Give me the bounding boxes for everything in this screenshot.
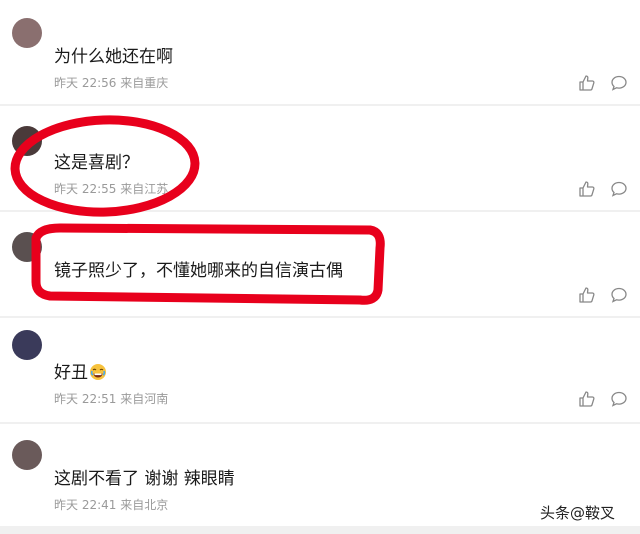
avatar[interactable] [12,440,42,470]
comment-location: 来自江苏 [120,182,169,196]
comment-text: 这是喜剧？ [54,153,139,173]
like-button[interactable] [578,286,596,304]
avatar[interactable] [12,330,42,360]
reply-button[interactable] [610,74,628,92]
comment-text: 这剧不看了 谢谢 辣眼睛 [54,469,235,489]
watermark: 头条@鞍叉 [540,504,616,522]
comment-location: 来自北京 [120,498,169,512]
reply-button[interactable] [610,180,628,198]
reply-button[interactable] [610,286,628,304]
comment-item: 好丑 昨天 22:51 来自河南 [0,318,640,422]
comment-meta: 昨天 22:55 来自江苏 [54,180,168,197]
thumbs-up-icon [579,181,595,197]
comment-bubble-icon [611,181,627,197]
comment-time: 昨天 22:51 [54,392,117,406]
comment-item: 镜子照少了，不懂她哪来的自信演古偶 [0,212,640,316]
like-button[interactable] [578,74,596,92]
comment-bubble-icon [611,391,627,407]
reply-button[interactable] [610,390,628,408]
comment-text: 镜子照少了，不懂她哪来的自信演古偶 [54,261,343,281]
comment-meta: 昨天 22:51 来自河南 [54,390,168,407]
like-button[interactable] [578,390,596,408]
comment-text-body: 好丑 [54,363,88,383]
comment-location: 来自重庆 [120,76,169,90]
comment-time: 昨天 22:55 [54,182,117,196]
crying-laughing-emoji-icon [90,364,106,380]
thumbs-up-icon [579,391,595,407]
comment-bubble-icon [611,287,627,303]
thumbs-up-icon [579,75,595,91]
comment-item: 这是喜剧？ 昨天 22:55 来自江苏 [0,106,640,210]
comment-time: 昨天 22:56 [54,76,117,90]
avatar[interactable] [12,232,42,262]
comment-time: 昨天 22:41 [54,498,117,512]
avatar[interactable] [12,18,42,48]
like-button[interactable] [578,180,596,198]
avatar[interactable] [12,126,42,156]
comment-bubble-icon [611,75,627,91]
comment-location: 来自河南 [120,392,169,406]
comment-text: 好丑 [54,358,107,383]
comment-item: 为什么她还在啊 昨天 22:56 来自重庆 [0,0,640,104]
thumbs-up-icon [579,287,595,303]
comment-meta: 昨天 22:41 来自北京 [54,496,168,513]
comment-text: 为什么她还在啊 [54,47,173,67]
comment-meta: 昨天 22:56 来自重庆 [54,74,168,91]
